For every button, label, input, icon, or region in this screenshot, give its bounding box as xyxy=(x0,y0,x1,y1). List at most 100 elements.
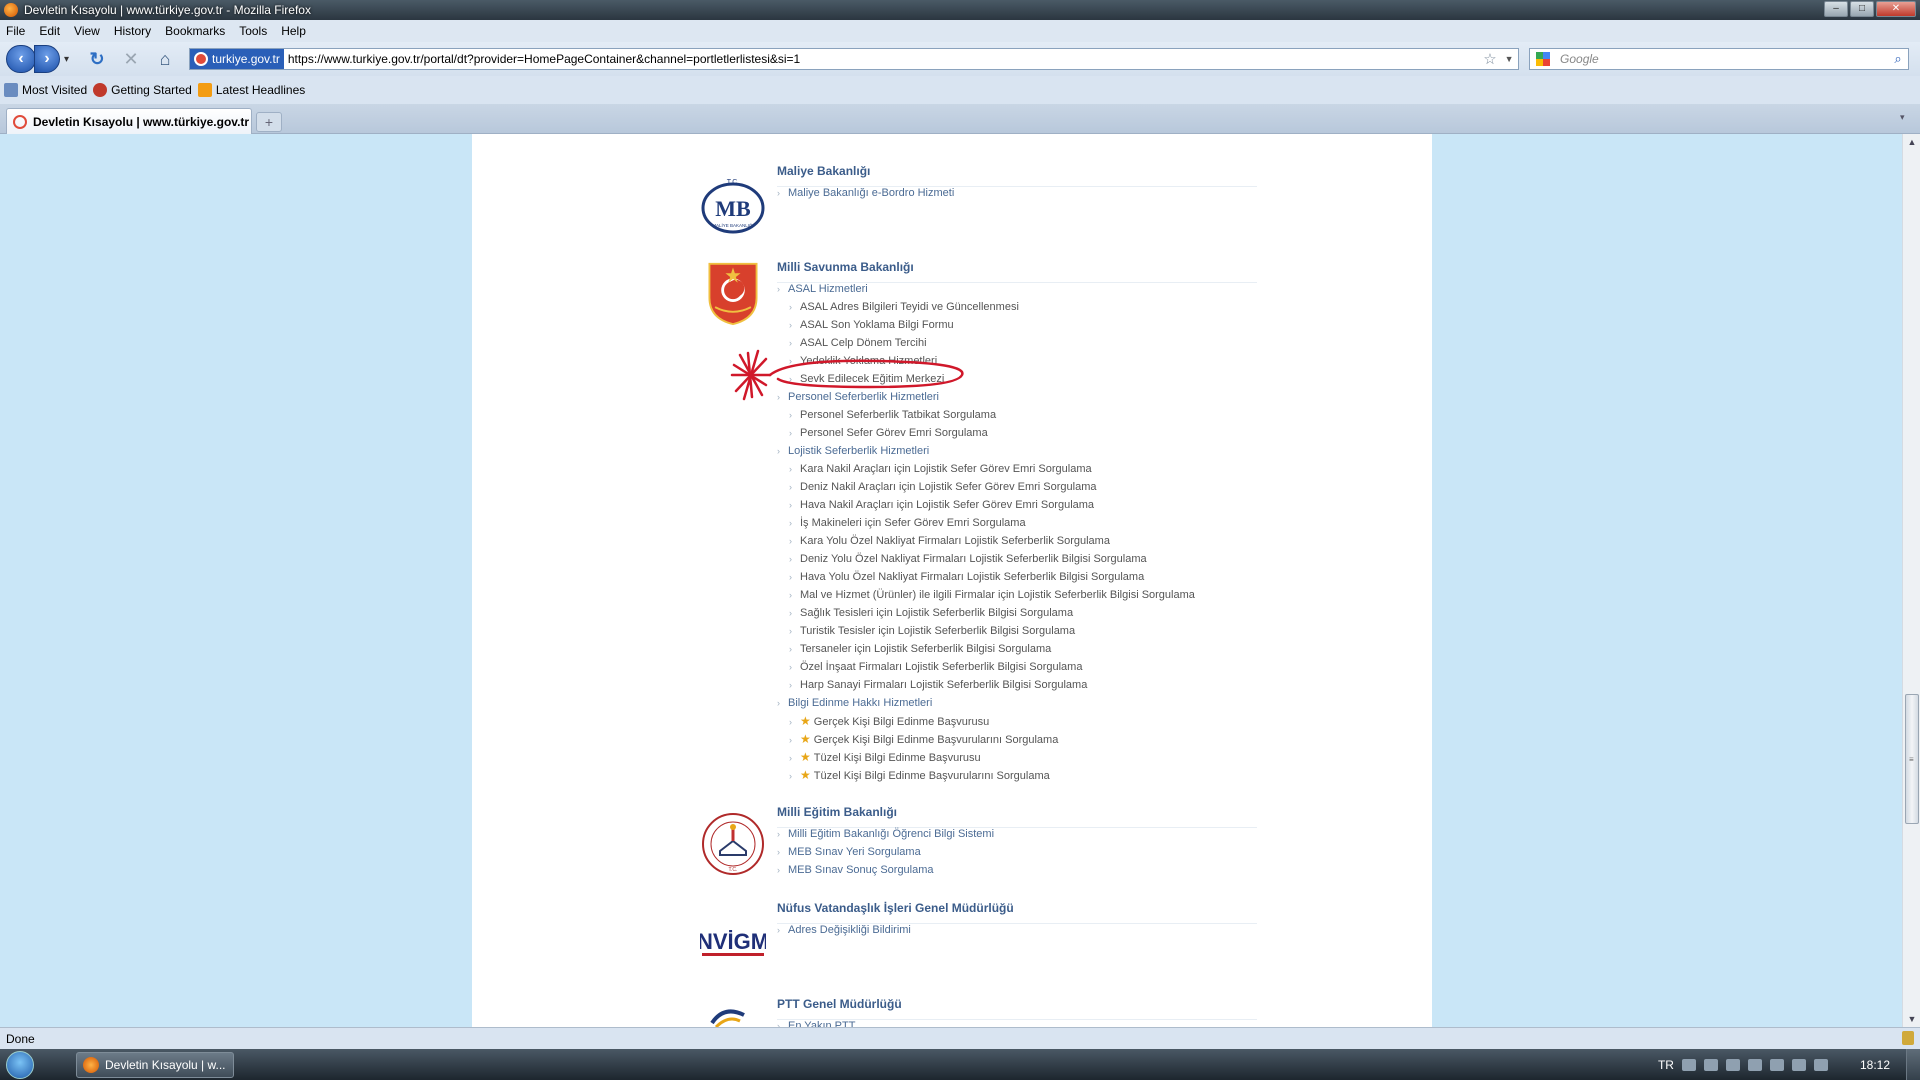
action-center-flag-icon[interactable] xyxy=(1747,1058,1762,1071)
scroll-thumb[interactable]: ≡ xyxy=(1905,694,1919,824)
minimize-button[interactable]: – xyxy=(1824,1,1848,17)
menu-tools[interactable]: Tools xyxy=(239,24,267,38)
url-dropdown-icon[interactable]: ▼ xyxy=(1500,54,1518,64)
maximize-button[interactable]: □ xyxy=(1850,1,1874,17)
list-all-tabs-icon[interactable]: ▾ xyxy=(1900,112,1914,128)
service-link[interactable]: › Mal ve Hizmet (Ürünler) ile ilgili Firm… xyxy=(777,586,1195,604)
service-link[interactable]: › İş Makineleri için Sefer Görev Emri Sor… xyxy=(777,514,1195,532)
service-link[interactable]: › ★ Gerçek Kişi Bilgi Edinme Başvurusu xyxy=(777,712,1195,730)
bookmark-star-icon[interactable]: ☆ xyxy=(1480,50,1500,68)
service-link[interactable]: › Personel Sefer Görev Emri Sorgulama xyxy=(777,424,1195,442)
service-link[interactable]: › ★ Tüzel Kişi Bilgi Edinme Başvurularını … xyxy=(777,766,1195,784)
show-hidden-icons-icon[interactable] xyxy=(1725,1058,1740,1071)
most-visited-icon xyxy=(4,83,18,97)
service-link-label: MEB Sınav Yeri Sorgulama xyxy=(788,846,921,858)
chevron-right-icon: › xyxy=(777,284,780,294)
taskbar-item-firefox[interactable]: Devletin Kısayolu | w... xyxy=(76,1051,234,1078)
volume-icon[interactable] xyxy=(1813,1058,1828,1071)
status-bar: Done xyxy=(0,1027,1920,1049)
close-button[interactable]: ✕ xyxy=(1876,1,1916,17)
search-bar[interactable]: Google ⌕ xyxy=(1529,48,1910,70)
menu-history[interactable]: History xyxy=(114,24,151,38)
system-clock[interactable]: 18:12 xyxy=(1860,1058,1890,1072)
menu-file[interactable]: File xyxy=(6,24,25,38)
service-link[interactable]: › Kara Nakil Araçları için Lojistik Sefer… xyxy=(777,460,1195,478)
service-link[interactable]: › Hava Yolu Özel Nakliyat Firmaları Lojis… xyxy=(777,568,1195,586)
service-link[interactable]: › ★ Tüzel Kişi Bilgi Edinme Başvurusu xyxy=(777,748,1195,766)
bookmark-latest-headlines[interactable]: Latest Headlines xyxy=(197,83,305,97)
service-category-link[interactable]: › En Yakın PTT xyxy=(777,1017,855,1027)
new-tab-button[interactable]: + xyxy=(256,112,282,132)
history-dropdown-icon[interactable]: ▾ xyxy=(64,54,69,65)
help-icon[interactable] xyxy=(1703,1058,1718,1071)
service-category-link[interactable]: › Maliye Bakanlığı e-Bordro Hizmeti xyxy=(777,184,954,202)
service-link-label: Hava Yolu Özel Nakliyat Firmaları Lojist… xyxy=(800,571,1145,583)
scroll-up-arrow-icon[interactable]: ▲ xyxy=(1903,134,1920,150)
service-link[interactable]: › Harp Sanayi Firmaları Lojistik Seferber… xyxy=(777,676,1195,694)
service-link[interactable]: › Hava Nakil Araçları için Lojistik Sefer… xyxy=(777,496,1195,514)
menu-help[interactable]: Help xyxy=(281,24,306,38)
star-icon: ★ xyxy=(800,732,811,746)
network-icon[interactable] xyxy=(1791,1058,1806,1071)
service-link-label: Adres Değişikliği Bildirimi xyxy=(788,924,911,936)
reload-icon[interactable]: ↻ xyxy=(85,47,109,71)
site-identity-button[interactable]: turkiye.gov.tr xyxy=(190,49,284,69)
bookmark-most-visited[interactable]: Most Visited xyxy=(4,83,87,97)
service-link[interactable]: › Özel İnşaat Firmaları Lojistik Seferber… xyxy=(777,658,1195,676)
search-engine-icon[interactable] xyxy=(1530,49,1556,69)
bookmark-getting-started[interactable]: Getting Started xyxy=(93,83,192,97)
service-category-link[interactable]: › Adres Değişikliği Bildirimi xyxy=(777,921,911,939)
chevron-right-icon: › xyxy=(789,626,792,636)
power-icon[interactable] xyxy=(1769,1058,1784,1071)
search-input[interactable]: Google xyxy=(1556,52,1888,66)
forward-button[interactable]: › xyxy=(34,45,60,73)
service-category-link[interactable]: › ASAL Hizmetleri xyxy=(777,280,1195,298)
service-link[interactable]: › ASAL Adres Bilgileri Teyidi ve Güncelle… xyxy=(777,298,1195,316)
service-category-link[interactable]: › MEB Sınav Sonuç Sorgulama xyxy=(777,861,994,879)
service-link-label: Tüzel Kişi Bilgi Edinme Başvurusu xyxy=(813,752,981,764)
status-text: Done xyxy=(6,1031,35,1046)
menu-edit[interactable]: Edit xyxy=(39,24,60,38)
service-link-label: ASAL Hizmetleri xyxy=(788,283,868,295)
back-button[interactable]: ‹ xyxy=(6,45,36,73)
service-link-label: Milli Eğitim Bakanlığı Öğrenci Bilgi Sis… xyxy=(788,828,995,840)
tab-active[interactable]: Devletin Kısayolu | www.türkiye.gov.tr xyxy=(6,108,252,134)
lock-icon[interactable] xyxy=(1902,1031,1914,1045)
service-link[interactable]: › Sağlık Tesisleri için Lojistik Seferber… xyxy=(777,604,1195,622)
show-desktop-button[interactable] xyxy=(1906,1049,1920,1080)
service-link[interactable]: › ASAL Son Yoklama Bilgi Formu xyxy=(777,316,1195,334)
menu-bookmarks[interactable]: Bookmarks xyxy=(165,24,225,38)
service-link[interactable]: › Turistik Tesisler için Lojistik Seferbe… xyxy=(777,622,1195,640)
home-icon[interactable]: ⌂ xyxy=(153,47,177,71)
service-link[interactable]: › Deniz Nakil Araçları için Lojistik Sefe… xyxy=(777,478,1195,496)
service-link-label: Lojistik Seferberlik Hizmetleri xyxy=(788,445,930,457)
service-link[interactable]: › Tersaneler için Lojistik Seferberlik Bi… xyxy=(777,640,1195,658)
service-link-label: En Yakın PTT xyxy=(788,1020,856,1027)
url-input[interactable]: https://www.turkiye.gov.tr/portal/dt?pro… xyxy=(284,52,1480,66)
chevron-right-icon: › xyxy=(777,446,780,456)
url-bar[interactable]: turkiye.gov.tr https://www.turkiye.gov.t… xyxy=(189,48,1520,70)
service-link-label: ASAL Adres Bilgileri Teyidi ve Güncellen… xyxy=(800,301,1019,313)
service-link[interactable]: › Deniz Yolu Özel Nakliyat Firmaları Loji… xyxy=(777,550,1195,568)
service-link[interactable]: › Kara Yolu Özel Nakliyat Firmaları Lojis… xyxy=(777,532,1195,550)
vertical-scrollbar[interactable]: ▲ ≡ ▼ xyxy=(1902,134,1920,1027)
start-button[interactable] xyxy=(0,1049,40,1080)
service-category-link[interactable]: › Milli Eğitim Bakanlığı Öğrenci Bilgi Si… xyxy=(777,825,994,843)
service-link[interactable]: › ★ Gerçek Kişi Bilgi Edinme Başvurularını… xyxy=(777,730,1195,748)
window-titlebar: Devletin Kısayolu | www.türkiye.gov.tr -… xyxy=(0,0,1920,20)
scroll-down-arrow-icon[interactable]: ▼ xyxy=(1903,1011,1920,1027)
tab-title: Devletin Kısayolu | www.türkiye.gov.tr xyxy=(33,114,250,129)
service-category-link[interactable]: › Lojistik Seferberlik Hizmetleri xyxy=(777,442,1195,460)
keyboard-icon[interactable] xyxy=(1681,1058,1696,1071)
language-indicator[interactable]: TR xyxy=(1658,1058,1674,1072)
service-link-label: Gerçek Kişi Bilgi Edinme Başvurularını S… xyxy=(813,734,1059,746)
menu-view[interactable]: View xyxy=(74,24,100,38)
site-favicon-icon xyxy=(194,52,209,66)
search-icon[interactable]: ⌕ xyxy=(1888,51,1908,67)
service-category-link[interactable]: › MEB Sınav Yeri Sorgulama xyxy=(777,843,994,861)
service-link-label: Gerçek Kişi Bilgi Edinme Başvurusu xyxy=(813,716,990,728)
tab-favicon-icon xyxy=(13,114,27,129)
service-category-link[interactable]: › Bilgi Edinme Hakkı Hizmetleri xyxy=(777,694,1195,712)
stop-icon[interactable]: ✕ xyxy=(119,47,143,71)
chevron-right-icon: › xyxy=(789,644,792,654)
